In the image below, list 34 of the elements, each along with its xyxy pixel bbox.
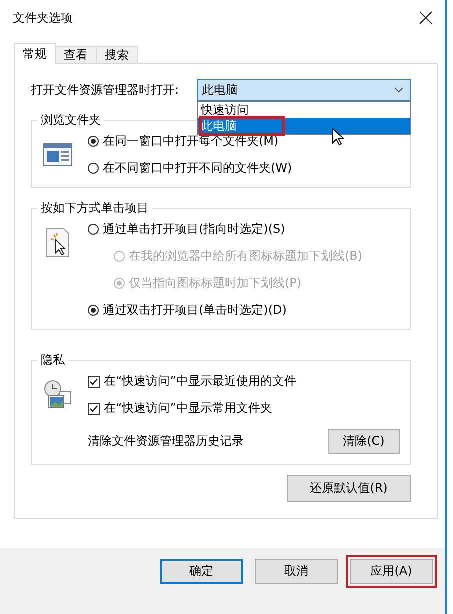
clear-history-label: 清除文件资源管理器历史记录 — [88, 433, 244, 450]
tab[interactable]: 常规 — [14, 43, 56, 64]
tab[interactable]: 查看 — [55, 46, 97, 63]
dialog-button[interactable]: 应用(A) — [350, 559, 433, 584]
radio-label: 在不同窗口中打开不同的文件夹(W) — [103, 160, 292, 177]
checkbox[interactable] — [88, 402, 100, 414]
radio-label: 通过双击打开项目(单击时选定)(D) — [103, 302, 287, 319]
checkbox[interactable] — [88, 376, 100, 388]
radio-label: 通过单击打开项目(指向时选定)(S) — [103, 221, 286, 238]
checkbox-label: 在“快速访问”中显示最近使用的文件 — [104, 373, 296, 390]
radio-label: 仅当指向图标标题时加下划线(P) — [129, 275, 302, 292]
close-icon[interactable] — [419, 11, 433, 25]
dialog-button[interactable]: 取消 — [255, 559, 338, 584]
restore-defaults-button[interactable]: 还原默认值(R) — [287, 475, 411, 502]
dropdown-option[interactable]: 此电脑 — [198, 118, 410, 134]
caret-icon — [394, 87, 404, 93]
open-with-dropdown[interactable]: 此电脑 — [197, 79, 411, 101]
dropdown-option[interactable]: 快速访问 — [198, 102, 410, 118]
radio-button[interactable] — [88, 136, 99, 147]
radio-label: 在同一窗口中打开每个文件夹(M) — [103, 133, 279, 150]
clock-pictures-icon — [42, 379, 74, 411]
radio-button[interactable] — [88, 163, 99, 174]
clear-button[interactable]: 清除(C) — [328, 429, 400, 454]
open-with-label: 打开文件资源管理器时打开: — [31, 82, 180, 98]
radio-label: 在我的浏览器中给所有图标标题加下划线(B) — [129, 248, 363, 265]
window-title: 文件夹选项 — [13, 10, 73, 26]
group-title: 隐私 — [40, 352, 66, 369]
radio-button[interactable] — [88, 305, 99, 316]
radio-button[interactable] — [88, 224, 99, 235]
dialog-button[interactable]: 确定 — [160, 559, 243, 584]
group-title: 按如下方式单击项目 — [40, 200, 150, 217]
group-title: 浏览文件夹 — [40, 112, 102, 129]
checkbox-label: 在“快速访问”中显示常用文件夹 — [104, 400, 272, 417]
tab[interactable]: 搜索 — [96, 46, 138, 63]
